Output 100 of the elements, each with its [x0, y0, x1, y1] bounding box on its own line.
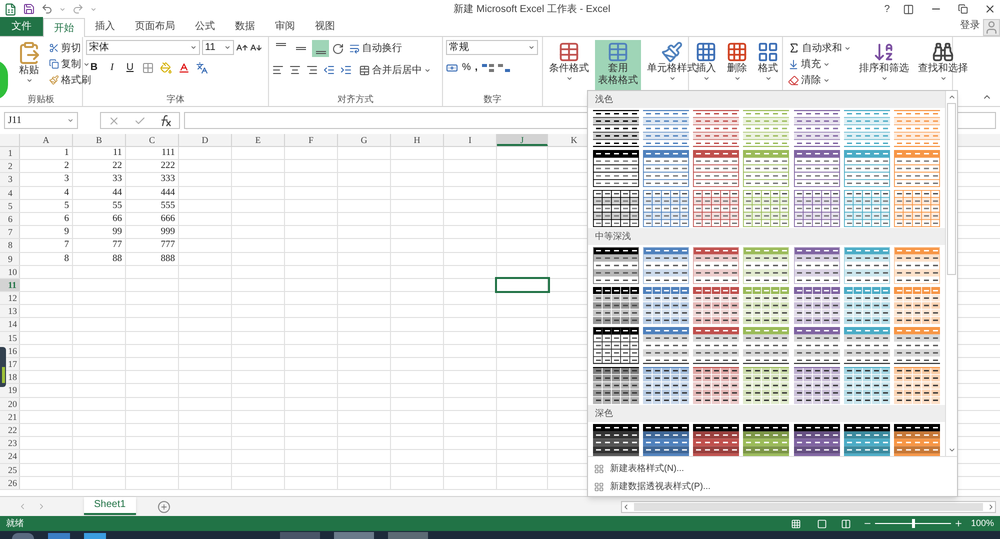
floating-toolbar-menu[interactable]	[0, 347, 6, 387]
orientation-icon[interactable]	[332, 42, 344, 54]
format-button[interactable]: 格式	[754, 40, 782, 90]
table-style-swatch[interactable]	[894, 110, 940, 146]
table-style-swatch[interactable]	[743, 424, 790, 456]
table-style-swatch[interactable]	[894, 326, 940, 364]
column-header[interactable]: C	[126, 134, 179, 146]
horizontal-scrollbar[interactable]	[621, 500, 996, 512]
table-style-swatch[interactable]	[693, 424, 740, 456]
ribbon-tab[interactable]: 页面布局	[125, 17, 185, 36]
table-style-swatch[interactable]	[894, 190, 940, 226]
shrink-font-icon[interactable]	[250, 42, 262, 54]
fill-color-icon[interactable]	[160, 62, 172, 74]
caret-icon[interactable]	[90, 6, 97, 12]
table-style-swatch[interactable]	[743, 326, 790, 364]
row-header[interactable]: 23	[0, 437, 20, 450]
table-style-swatch[interactable]	[693, 326, 740, 364]
table-style-swatch[interactable]	[643, 326, 690, 364]
table-style-swatch[interactable]	[593, 326, 639, 364]
ribbon-tab[interactable]: 数据	[225, 17, 265, 36]
row-header[interactable]: 12	[0, 292, 20, 304]
underline-button[interactable]: U	[124, 60, 136, 75]
table-style-swatch[interactable]	[844, 424, 890, 456]
ribbon-tab[interactable]: 开始	[43, 18, 85, 37]
column-header[interactable]: E	[232, 134, 285, 146]
decrease-decimal-icon[interactable]	[498, 64, 510, 72]
restore-icon[interactable]	[958, 4, 968, 14]
number-format-field[interactable]: 常规	[446, 40, 538, 55]
table-style-swatch[interactable]	[794, 190, 840, 226]
ribbon-tab[interactable]: 公式	[185, 17, 225, 36]
sheet-tab[interactable]: Sheet1	[84, 496, 136, 514]
help-button[interactable]: ?	[877, 2, 897, 16]
add-sheet-button[interactable]	[158, 500, 170, 512]
column-header[interactable]: A	[20, 134, 73, 146]
table-style-swatch[interactable]	[693, 246, 740, 284]
table-style-swatch[interactable]	[643, 150, 690, 186]
table-style-swatch[interactable]	[794, 246, 840, 284]
zoom-level[interactable]: 100%	[970, 516, 994, 530]
table-style-swatch[interactable]	[643, 246, 690, 284]
normal-view-icon[interactable]	[790, 518, 801, 528]
clear-button[interactable]: 清除	[786, 72, 853, 88]
row-header[interactable]: 8	[0, 239, 20, 252]
table-style-swatch[interactable]	[593, 424, 639, 456]
table-style-swatch[interactable]	[894, 286, 940, 324]
row-header[interactable]: 15	[0, 332, 20, 344]
table-style-swatch[interactable]	[643, 110, 690, 146]
row-header[interactable]: 24	[0, 450, 20, 462]
borders-icon[interactable]	[142, 62, 154, 74]
conditional-format-button[interactable]: 条件格式	[546, 40, 592, 90]
ribbon-display-icon[interactable]	[903, 4, 914, 14]
delete-button[interactable]: 删除	[723, 40, 751, 90]
table-style-swatch[interactable]	[593, 190, 639, 226]
table-style-swatch[interactable]	[593, 110, 639, 146]
zoom-slider-thumb[interactable]	[912, 519, 915, 528]
table-style-swatch[interactable]	[844, 286, 890, 324]
file-tab[interactable]: 文件	[0, 17, 43, 36]
table-style-swatch[interactable]	[593, 286, 639, 324]
table-style-swatch[interactable]	[743, 190, 790, 226]
row-header[interactable]: 11	[0, 278, 20, 292]
fill-button[interactable]: 填充	[786, 56, 853, 72]
page-break-view-icon[interactable]	[840, 518, 851, 528]
row-header[interactable]: 5	[0, 200, 20, 212]
row-header[interactable]: 20	[0, 398, 20, 410]
table-style-swatch[interactable]	[844, 366, 890, 404]
font-size-field[interactable]: 11	[202, 40, 234, 55]
ribbon-tab[interactable]: 视图	[305, 17, 345, 36]
font-color-icon[interactable]	[178, 62, 190, 74]
table-style-swatch[interactable]	[844, 150, 890, 186]
autosum-button[interactable]: 自动求和	[786, 40, 853, 56]
table-style-swatch[interactable]	[743, 110, 790, 146]
undo-icon[interactable]	[41, 3, 53, 15]
sort-filter-button[interactable]: 排序和筛选	[856, 40, 912, 90]
gallery-menu-item[interactable]: 新建表格样式(N)...	[610, 462, 684, 476]
table-style-swatch[interactable]	[643, 424, 690, 456]
table-style-swatch[interactable]	[794, 326, 840, 364]
save-icon[interactable]	[23, 3, 35, 15]
caret-icon[interactable]	[59, 6, 66, 12]
merge-center-button[interactable]: 合并后居中	[357, 62, 433, 78]
column-header[interactable]: H	[391, 134, 444, 146]
zoom-in-icon[interactable]	[954, 519, 963, 528]
currency-icon[interactable]	[446, 62, 458, 74]
function-icon[interactable]	[160, 114, 172, 126]
table-style-swatch[interactable]	[894, 366, 940, 404]
find-select-button[interactable]: 查找和选择	[915, 40, 971, 90]
gallery-menu-item[interactable]: 新建数据透视表样式(P)...	[610, 480, 710, 494]
row-header[interactable]: 4	[0, 186, 20, 199]
row-header[interactable]: 7	[0, 226, 20, 238]
row-header[interactable]: 22	[0, 424, 20, 436]
table-style-swatch[interactable]	[844, 190, 890, 226]
align-left-icon[interactable]	[272, 64, 284, 76]
name-box[interactable]: J11	[4, 112, 78, 129]
row-header[interactable]: 21	[0, 410, 20, 423]
row-header[interactable]: 14	[0, 318, 20, 331]
table-style-swatch[interactable]	[693, 286, 740, 324]
wrap-text-button[interactable]: 自动换行	[347, 40, 404, 56]
table-style-swatch[interactable]	[894, 150, 940, 186]
decrease-indent-icon[interactable]	[323, 64, 335, 76]
column-header[interactable]: G	[338, 134, 391, 146]
table-style-swatch[interactable]	[743, 286, 790, 324]
table-style-swatch[interactable]	[643, 286, 690, 324]
